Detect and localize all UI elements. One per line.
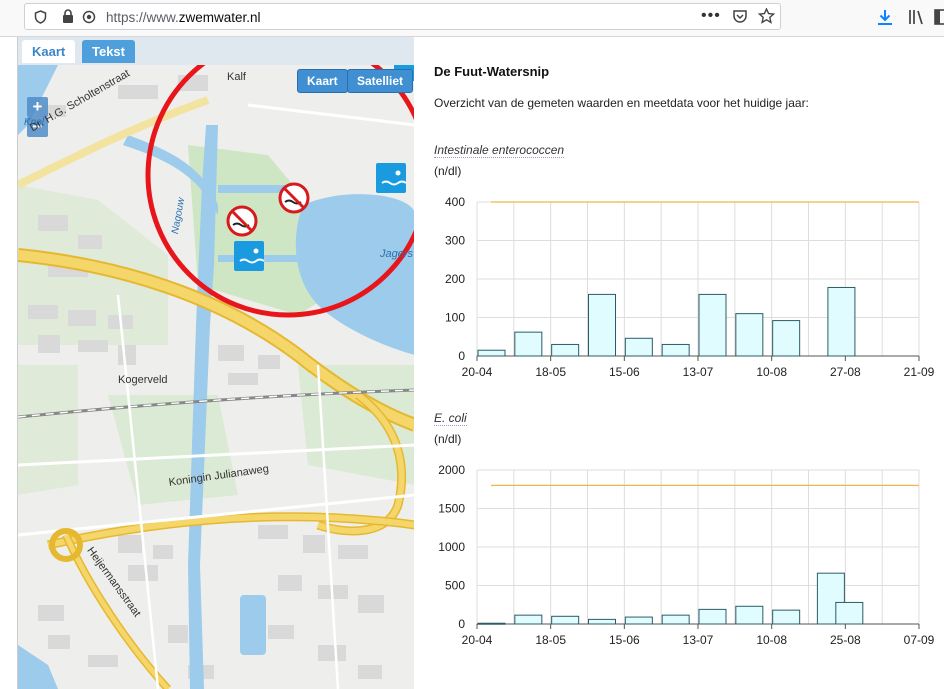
shield-icon[interactable] bbox=[34, 10, 47, 24]
map-type-satellite-button[interactable]: Satelliet bbox=[347, 69, 414, 93]
chart-bar[interactable] bbox=[827, 286, 856, 357]
map-canvas[interactable] bbox=[18, 65, 415, 689]
x-tick-label: 21-09 bbox=[904, 365, 935, 379]
enterococcen-bar-chart: 0 100 200 300 400 20-04 18-05 15-06 13-07 10-08 27… bbox=[445, 195, 935, 379]
x-tick-label: 07-09 bbox=[904, 633, 935, 647]
chart-bar[interactable] bbox=[661, 614, 690, 625]
swim-spot-marker[interactable] bbox=[234, 241, 265, 271]
no-swimming-marker[interactable] bbox=[226, 205, 258, 237]
y-tick-label: 0 bbox=[458, 349, 465, 363]
x-tick-label: 10-08 bbox=[756, 633, 787, 647]
location-description: Overzicht van de gemeten waarden en meet… bbox=[434, 96, 809, 110]
chart-bar[interactable] bbox=[514, 614, 543, 625]
chart-unit-ecoli: (n/dl) bbox=[434, 432, 462, 446]
tab-tekst[interactable]: Tekst bbox=[82, 40, 135, 63]
chart-bar[interactable] bbox=[661, 343, 690, 357]
x-tick-label: 27-08 bbox=[830, 365, 861, 379]
x-tick-label: 13-07 bbox=[683, 633, 714, 647]
chart-bar[interactable] bbox=[772, 320, 801, 357]
url-host: zwemwater.nl bbox=[178, 10, 261, 25]
x-tick-label: 15-06 bbox=[609, 633, 640, 647]
tracking-icon[interactable] bbox=[82, 10, 96, 24]
y-tick-label: 1500 bbox=[438, 502, 465, 516]
browser-toolbar: https://www.zwemwater.nl ••• bbox=[0, 0, 944, 37]
chart-bar[interactable] bbox=[698, 608, 727, 625]
chart-title-ecoli[interactable]: E. coli bbox=[434, 411, 467, 426]
y-tick-label: 500 bbox=[445, 579, 465, 593]
swim-spot-marker-2[interactable] bbox=[376, 163, 407, 193]
chart-unit-enterococcen: (n/dl) bbox=[434, 164, 462, 178]
chart-bar[interactable] bbox=[624, 337, 653, 357]
chart-bar[interactable] bbox=[514, 331, 543, 357]
no-swimming-marker-2[interactable] bbox=[278, 182, 310, 214]
chart-bar[interactable] bbox=[588, 293, 616, 357]
chart-title-enterococcen[interactable]: Intestinale enterococcen bbox=[434, 143, 565, 158]
url-scheme: https://www. bbox=[106, 10, 179, 25]
map-tab-bar: Kaart Tekst bbox=[18, 37, 415, 65]
lock-icon[interactable] bbox=[62, 9, 74, 24]
x-tick-label: 18-05 bbox=[535, 633, 566, 647]
x-tick-label: 10-08 bbox=[756, 365, 787, 379]
chart-bar[interactable] bbox=[698, 293, 727, 357]
url-text[interactable]: https://www.zwemwater.nl bbox=[106, 10, 261, 25]
star-icon[interactable] bbox=[758, 8, 775, 24]
x-tick-label: 18-05 bbox=[535, 365, 566, 379]
chart-bar[interactable] bbox=[772, 609, 801, 625]
more-icon[interactable]: ••• bbox=[701, 8, 721, 24]
chart-bar[interactable] bbox=[835, 601, 864, 625]
x-tick-label: 25-08 bbox=[830, 633, 861, 647]
tab-kaart[interactable]: Kaart bbox=[22, 40, 76, 63]
y-tick-label: 200 bbox=[445, 272, 465, 286]
map-label-kogerveld: Kogerveld bbox=[118, 374, 168, 386]
ecoli-bar-chart: 0 500 1000 1500 2000 20-04 18-05 15-06 13-07 10-0… bbox=[438, 463, 935, 647]
chart-bar[interactable] bbox=[477, 349, 506, 357]
info-panel: De Fuut-Watersnip Overzicht van de gemet… bbox=[414, 37, 944, 689]
map-label-kalf: Kalf bbox=[227, 71, 246, 83]
chart-bar[interactable] bbox=[735, 313, 764, 357]
chart-bar[interactable] bbox=[735, 605, 764, 625]
chart-bar[interactable] bbox=[624, 616, 653, 625]
address-bar[interactable]: https://www.zwemwater.nl ••• bbox=[24, 3, 781, 30]
chart-bar[interactable] bbox=[588, 618, 616, 625]
pocket-icon[interactable] bbox=[732, 9, 748, 24]
download-icon[interactable] bbox=[877, 9, 893, 26]
map-label-jagers: Jagers bbox=[380, 248, 414, 260]
library-icon[interactable] bbox=[908, 9, 926, 25]
map-panel[interactable]: Kaart Tekst Kaart Satelliet + − Knol Dr.… bbox=[17, 37, 415, 689]
chart-bar[interactable] bbox=[477, 622, 506, 625]
y-tick-label: 400 bbox=[445, 195, 465, 209]
y-tick-label: 300 bbox=[445, 234, 465, 248]
y-tick-label: 100 bbox=[445, 311, 465, 325]
location-title: De Fuut-Watersnip bbox=[434, 64, 550, 79]
x-tick-label: 13-07 bbox=[683, 365, 714, 379]
chart-bar[interactable] bbox=[551, 615, 580, 625]
chart-bar[interactable] bbox=[551, 343, 580, 357]
y-tick-label: 0 bbox=[458, 617, 465, 631]
x-tick-label: 20-04 bbox=[462, 365, 493, 379]
x-tick-label: 15-06 bbox=[609, 365, 640, 379]
x-tick-label: 20-04 bbox=[462, 633, 493, 647]
y-tick-label: 2000 bbox=[438, 463, 465, 477]
map-type-kaart-button[interactable]: Kaart bbox=[297, 69, 348, 93]
sidebar-icon[interactable] bbox=[934, 9, 944, 25]
y-tick-label: 1000 bbox=[438, 540, 465, 554]
